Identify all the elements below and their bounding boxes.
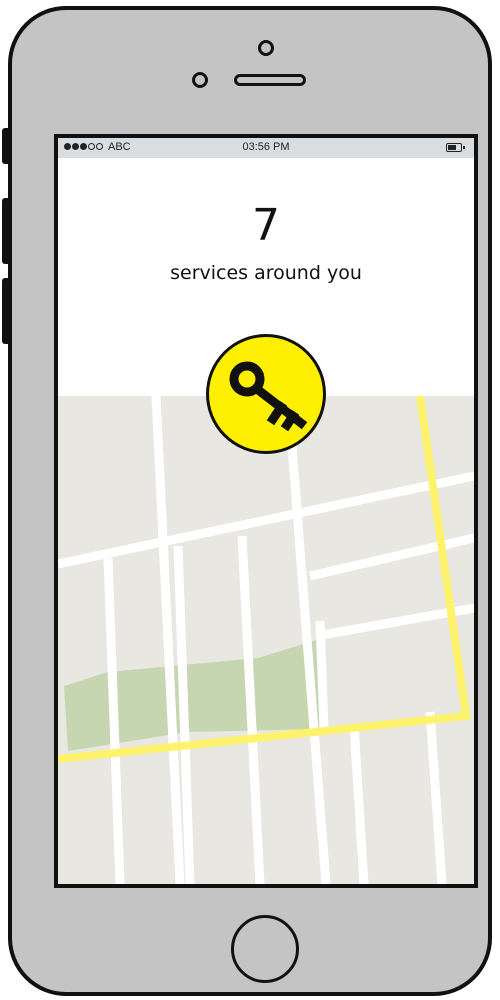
earpiece-speaker-icon [234, 74, 306, 86]
phone-frame: ABC 03:56 PM 7 services around you [8, 6, 492, 996]
home-button[interactable] [231, 915, 299, 983]
screen: ABC 03:56 PM 7 services around you [54, 134, 478, 888]
key-icon [229, 361, 308, 432]
device-mockup: ABC 03:56 PM 7 services around you [0, 0, 500, 1000]
status-bar: ABC 03:56 PM [58, 138, 474, 158]
services-subtitle: services around you [170, 262, 362, 284]
map-view[interactable] [58, 396, 474, 884]
front-camera-icon [258, 40, 274, 56]
proximity-sensor-icon [192, 72, 208, 88]
key-button[interactable] [206, 334, 326, 454]
status-time: 03:56 PM [242, 141, 290, 153]
services-count: 7 [252, 200, 280, 251]
battery-icon [446, 143, 465, 152]
